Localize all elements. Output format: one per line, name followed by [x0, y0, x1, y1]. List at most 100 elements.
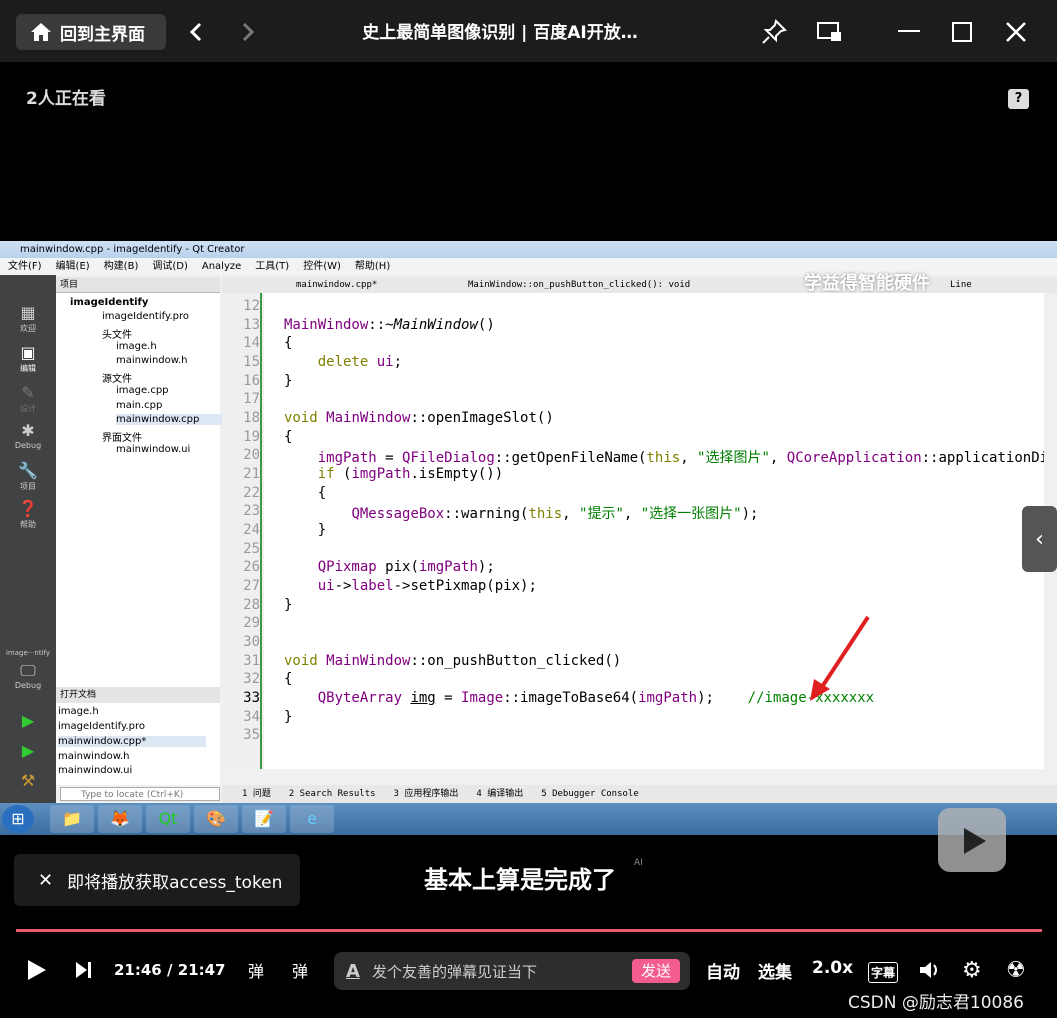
code-line: { [284, 335, 293, 351]
tree-item[interactable]: image.cpp [116, 385, 169, 396]
code-line: { [284, 485, 327, 501]
notepad-icon[interactable]: 📝 [242, 805, 286, 833]
text-style-icon[interactable]: A [346, 961, 360, 982]
subtitle-button[interactable]: 字幕 [868, 962, 899, 983]
line-number: 25 [243, 541, 260, 557]
locate-input[interactable]: Type to locate (Ctrl+K) [60, 787, 220, 801]
tree-item[interactable]: image.h [116, 341, 157, 352]
quality-button[interactable]: 自动 [706, 958, 740, 983]
next-icon[interactable] [74, 960, 94, 984]
mode-debug[interactable]: ✱ Debug [0, 421, 56, 450]
line-number: 27 [243, 578, 260, 594]
code-line: } [284, 597, 293, 613]
send-button[interactable]: 发送 [632, 959, 680, 983]
build-button[interactable]: ⚒ [0, 771, 56, 791]
code-line: QByteArray img = Image::imageToBase64(im… [317, 690, 874, 706]
open-doc-item[interactable]: image.h [58, 706, 99, 717]
side-panel-toggle-icon[interactable]: ‹ [1022, 506, 1057, 572]
qt-menu-item[interactable]: 编辑(E) [56, 258, 90, 275]
output-tab[interactable]: 3 应用程序输出 [394, 785, 459, 803]
mode-edit[interactable]: ▣ 编辑 [0, 343, 56, 374]
time-total: 21:47 [177, 961, 226, 979]
tree-item[interactable]: imageIdentify.pro [102, 311, 189, 322]
qt-menu-item[interactable]: 帮助(H) [355, 258, 390, 275]
tree-item[interactable]: imageIdentify [70, 297, 148, 308]
editor-symbol[interactable]: MainWindow::on_pushButton_clicked(): voi… [468, 277, 690, 293]
fullscreen-icon[interactable]: ☢ [1006, 958, 1026, 983]
settings-gear-icon[interactable]: ⚙ [962, 958, 982, 983]
next-notice[interactable]: ✕ 即将播放获取access_token [14, 854, 300, 906]
output-tab[interactable]: 5 Debugger Console [541, 785, 639, 803]
qtcreator-icon[interactable]: Qt [146, 805, 190, 833]
open-doc-item[interactable]: mainwindow.h [58, 751, 130, 762]
danmaku-input[interactable]: A 发个友善的弹幕见证当下 发送 [334, 952, 690, 990]
csdn-watermark: CSDN @励志君10086 [848, 993, 1024, 1013]
code-line: MainWindow::~MainWindow() [284, 317, 495, 333]
qt-menu-item[interactable]: Analyze [202, 258, 241, 275]
close-notice-icon[interactable]: ✕ [38, 870, 53, 891]
mini-window-icon[interactable] [816, 18, 844, 46]
forward-icon[interactable] [234, 18, 262, 46]
qt-menu-item[interactable]: 工具(T) [255, 258, 289, 275]
code-line: } [284, 373, 293, 389]
mode-help[interactable]: ❓ 帮助 [0, 499, 56, 530]
tree-item[interactable]: 源文件 [102, 370, 132, 385]
back-icon[interactable] [182, 18, 210, 46]
debug-run-button[interactable]: ▶ [0, 741, 56, 761]
tree-item[interactable]: 头文件 [102, 326, 132, 341]
tree-item[interactable]: main.cpp [116, 400, 162, 411]
output-tab[interactable]: 2 Search Results [289, 785, 376, 803]
code-line: QPixmap pix(imgPath); [317, 559, 495, 575]
tree-item[interactable]: mainwindow.h [116, 355, 188, 366]
danmaku-settings-icon[interactable]: 弹 [292, 958, 308, 982]
pin-icon[interactable] [760, 18, 788, 46]
editor-toolbar: mainwindow.cpp* MainWindow::on_pushButto… [222, 277, 1057, 293]
open-doc-item[interactable]: mainwindow.ui [58, 765, 132, 776]
line-number: 35 [243, 727, 260, 743]
tree-item[interactable]: mainwindow.ui [116, 444, 190, 455]
editor-tab[interactable]: mainwindow.cpp* [296, 277, 377, 293]
video-frame[interactable]: mainwindow.cpp - imageIdentify - Qt Crea… [0, 241, 1057, 835]
bilibili-play-icon[interactable] [938, 808, 1006, 872]
open-doc-item[interactable]: imageIdentify.pro [58, 721, 145, 732]
progress-bar[interactable] [16, 929, 1042, 932]
run-button[interactable]: ▶ [0, 711, 56, 731]
next-notice-text: 即将播放获取access_token [67, 872, 283, 893]
line-number: 30 [243, 634, 260, 650]
line-number: 15 [243, 354, 260, 370]
volume-icon[interactable] [918, 960, 940, 984]
output-tab[interactable]: 1 问题 [242, 785, 271, 803]
pen-icon: ✎ [21, 383, 35, 402]
mode-projects[interactable]: 🔧 项目 [0, 461, 56, 492]
speed-button[interactable]: 2.0x [812, 958, 853, 978]
qt-menu-item[interactable]: 文件(F) [8, 258, 42, 275]
line-number: 13 [243, 317, 260, 333]
red-arrow-icon [810, 615, 870, 701]
qt-menu-item[interactable]: 构建(B) [104, 258, 139, 275]
start-icon[interactable]: ⊞ [2, 805, 34, 833]
code-line: QMessageBox::warning(this, "提示", "选择一张图片… [351, 506, 759, 522]
mode-welcome[interactable]: ▦ 欢迎 [0, 303, 56, 334]
episodes-button[interactable]: 选集 [758, 958, 792, 983]
qt-menu-item[interactable]: 控件(W) [303, 258, 341, 275]
code-editor[interactable]: MainWindow::~MainWindow() { delete ui; }… [264, 293, 1044, 769]
firefox-icon[interactable]: 🦊 [98, 805, 142, 833]
tree-item-selected[interactable]: mainwindow.cpp [116, 414, 228, 425]
code-line: void MainWindow::on_pushButton_clicked() [284, 653, 622, 669]
paint-icon[interactable]: 🎨 [194, 805, 238, 833]
minimize-icon[interactable] [896, 18, 924, 46]
ie-icon[interactable]: e [290, 805, 334, 833]
danmaku-toggle-icon[interactable]: 弹 [248, 958, 264, 982]
mode-design[interactable]: ✎ 设计 [0, 383, 56, 414]
kit-selector[interactable]: 🖵 Debug [0, 661, 56, 690]
maximize-icon[interactable] [948, 18, 976, 46]
help-icon[interactable]: ? [1008, 89, 1029, 109]
qt-menu-item[interactable]: 调试(D) [152, 258, 188, 275]
close-icon[interactable] [1002, 18, 1030, 46]
home-button[interactable]: 回到主界面 [16, 14, 166, 50]
explorer-icon[interactable]: 📁 [50, 805, 94, 833]
tree-item[interactable]: 界面文件 [102, 429, 142, 444]
output-tab[interactable]: 4 编译输出 [476, 785, 523, 803]
play-icon[interactable] [26, 958, 48, 986]
open-doc-item-selected[interactable]: mainwindow.cpp* [58, 736, 206, 747]
